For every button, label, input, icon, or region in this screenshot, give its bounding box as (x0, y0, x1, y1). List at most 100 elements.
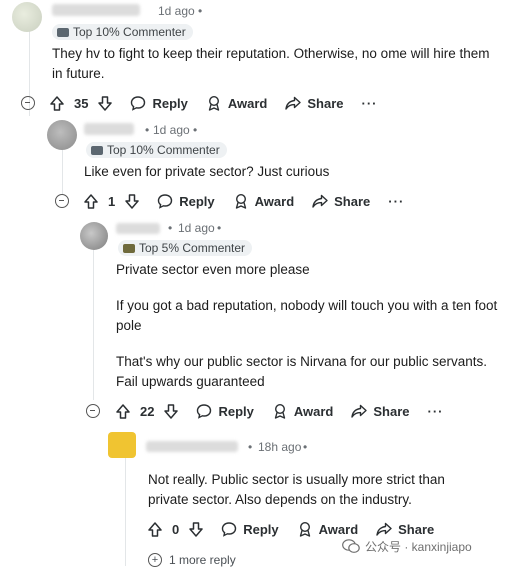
vote-count: 0 (172, 521, 180, 537)
share-icon (376, 522, 392, 536)
flair-label: Top 5% Commenter (139, 241, 246, 255)
share-icon (312, 194, 328, 208)
vote-count: 22 (140, 403, 155, 419)
comment-body: Like even for private sector? Just curio… (84, 162, 484, 182)
comment-actions: 1 Reply Award Share ··· (84, 190, 404, 212)
comment-timestamp: 18h ago (258, 440, 302, 454)
award-label: Award (318, 521, 359, 537)
share-button[interactable]: Share (351, 403, 410, 419)
flair-label: Top 10% Commenter (73, 25, 186, 39)
comment-paragraph: If you got a bad reputation, nobody will… (116, 298, 498, 333)
avatar[interactable] (80, 222, 108, 250)
user-flair: Top 10% Commenter (52, 24, 193, 40)
username-redacted (116, 223, 160, 234)
share-button[interactable]: Share (285, 95, 344, 111)
thread-line-level-3 (93, 250, 94, 400)
watermark: 公众号 · kanxinjiapo (342, 538, 472, 555)
award-button[interactable]: Award (272, 403, 334, 419)
username-redacted (84, 123, 134, 135)
share-button[interactable]: Share (312, 193, 370, 209)
upvote-icon[interactable] (84, 193, 98, 209)
reply-icon (131, 96, 146, 111)
award-label: Award (227, 95, 268, 111)
plus-circle-icon: + (148, 553, 162, 567)
reply-label: Reply (218, 403, 254, 419)
share-label: Share (373, 403, 410, 419)
meta-separator: • (217, 221, 222, 235)
upvote-icon[interactable] (148, 521, 162, 537)
comment-timestamp: 1d ago (158, 4, 195, 18)
comment-timestamp: 1d ago (153, 123, 190, 137)
share-label: Share (334, 193, 371, 209)
upvote-icon[interactable] (50, 95, 64, 111)
meta-separator: • (168, 221, 173, 235)
share-label: Share (307, 95, 344, 111)
thread-line-level-4 (125, 455, 126, 566)
user-flair: Top 5% Commenter (118, 240, 253, 256)
flair-icon (57, 27, 69, 37)
comment-timestamp: 1d ago (178, 221, 215, 235)
award-icon (274, 403, 286, 419)
more-options-button[interactable]: ··· (388, 194, 404, 209)
downvote-icon[interactable] (125, 193, 139, 209)
meta-separator: • (248, 440, 253, 454)
collapse-thread-button[interactable] (21, 96, 35, 110)
downvote-icon[interactable] (98, 95, 113, 111)
reply-button[interactable]: Reply (157, 193, 215, 209)
comment-paragraph: They hv to fight to keep their reputatio… (52, 46, 490, 81)
flair-icon (91, 145, 103, 155)
watermark-text: 公众号 · kanxinjiapo (365, 540, 472, 554)
downvote-icon[interactable] (164, 403, 179, 419)
comment-actions: 22 Reply Award Share ··· (116, 400, 444, 422)
comment-actions: 35 Reply Award Share ··· (50, 92, 378, 114)
comment-body: They hv to fight to keep their reputatio… (52, 44, 492, 84)
share-button[interactable]: Share (376, 521, 434, 537)
thread-line-level-2 (62, 150, 63, 194)
avatar[interactable] (12, 2, 42, 32)
username-redacted (146, 441, 238, 452)
flair-label: Top 10% Commenter (107, 143, 220, 157)
reply-label: Reply (179, 193, 215, 209)
collapse-thread-button[interactable] (86, 404, 100, 418)
reply-button[interactable]: Reply (196, 403, 254, 419)
more-options-button[interactable]: ··· (428, 404, 444, 419)
meta-separator: • (193, 123, 198, 137)
comment-body: Private sector even more please If you g… (116, 260, 498, 392)
comment-actions: 0 Reply Award Share (148, 518, 434, 540)
vote-count: 1 (108, 193, 116, 209)
more-replies-label: 1 more reply (169, 553, 236, 567)
more-replies-link[interactable]: + 1 more reply (148, 553, 236, 567)
vote-controls: 35 (50, 95, 113, 111)
award-button[interactable]: Award (297, 521, 359, 537)
reply-icon (197, 404, 212, 419)
reply-label: Reply (152, 95, 188, 111)
vote-controls: 22 (116, 403, 179, 419)
reply-button[interactable]: Reply (221, 521, 279, 537)
reply-icon (222, 522, 237, 537)
share-label: Share (398, 521, 435, 537)
comment-body: Not really. Public sector is usually mor… (148, 470, 468, 510)
downvote-icon[interactable] (189, 521, 203, 537)
award-label: Award (293, 403, 334, 419)
reply-button[interactable]: Reply (130, 95, 188, 111)
comment-paragraph: Not really. Public sector is usually mor… (148, 472, 445, 507)
meta-separator: • (198, 4, 203, 18)
collapse-thread-button[interactable] (55, 194, 69, 208)
comment-paragraph: Like even for private sector? Just curio… (84, 164, 330, 179)
reply-icon (158, 194, 173, 209)
flair-icon (123, 243, 135, 253)
share-icon (351, 404, 368, 418)
more-options-button[interactable]: ··· (362, 96, 378, 111)
vote-count: 35 (74, 95, 89, 111)
avatar[interactable] (47, 120, 77, 150)
avatar[interactable] (108, 432, 136, 458)
upvote-icon[interactable] (116, 403, 130, 419)
award-label: Award (254, 193, 295, 209)
share-icon (285, 96, 302, 110)
vote-controls: 0 (148, 522, 203, 537)
username-redacted (52, 4, 140, 16)
meta-separator: • (303, 440, 308, 454)
award-button[interactable]: Award (206, 95, 268, 111)
user-flair: Top 10% Commenter (86, 142, 227, 158)
award-button[interactable]: Award (233, 193, 295, 209)
